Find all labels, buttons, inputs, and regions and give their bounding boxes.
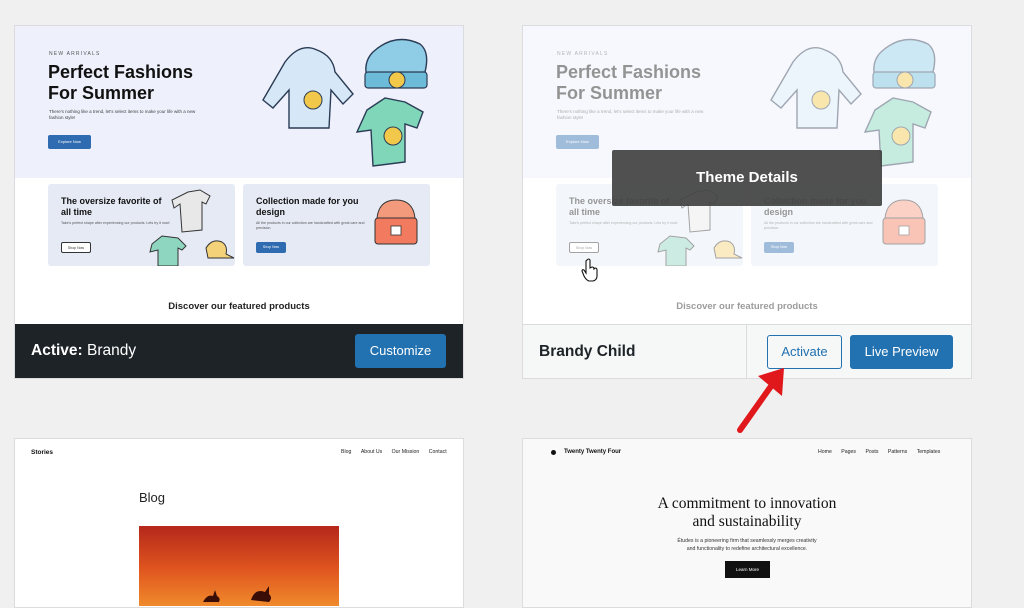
promo-desc: All the products in our collection are h… [256,221,365,230]
heading-line: and sustainability [692,513,802,530]
theme-footer-active: Active: Brandy Customize [15,324,463,378]
theme-card-twenty-twenty-four[interactable]: Twenty Twenty Four Home Pages Posts Patt… [522,438,972,608]
nav-item: Templates [916,449,941,455]
nav-item: Patterns [887,449,908,455]
theme-name: Brandy Child [539,343,636,360]
site-logo-icon [551,450,556,455]
theme-card-brandy[interactable]: NEW ARRIVALS Perfect Fashions For Summer… [14,25,464,379]
hero-subtitle: There's nothing like a trend, let's sele… [49,109,196,120]
theme-details-button[interactable]: Theme Details [612,150,882,206]
theme-screenshot-brandy-child[interactable]: NEW ARRIVALS Perfect Fashions For Summer… [523,26,971,324]
clothing-illustration [262,38,428,167]
body-line: Études is a pioneering firm that seamles… [677,538,817,544]
hero-section: NEW ARRIVALS Perfect Fashions For Summer… [15,26,463,178]
hero-body: Études is a pioneering firm that seamles… [523,538,971,553]
hand-cursor-icon [581,258,598,282]
live-preview-button[interactable]: Live Preview [850,335,953,369]
body-line: and functionality to redefine architectu… [686,545,808,552]
red-arrow-annotation [737,368,784,433]
eyebrow-text: NEW ARRIVALS [49,51,101,57]
theme-card-stories[interactable]: Stories Blog About Us Our Mission Contac… [14,438,464,608]
blog-heading: Blog [139,490,166,505]
hero-button: Explore Now [48,135,91,149]
theme-screenshot-brandy[interactable]: NEW ARRIVALS Perfect Fashions For Summer… [15,26,463,324]
active-theme-title: Brandy [87,342,137,359]
heading-line: A commitment to innovation [657,495,837,512]
site-nav: Blog About Us Our Mission Contact [333,449,447,455]
promo-button: Shop Now [61,242,91,253]
site-title: Twenty Twenty Four [564,449,622,455]
featured-image [139,526,339,606]
nav-item: Blog [341,449,352,455]
learn-more-button: Learn More [725,561,770,578]
nav-item: Our Mission [391,449,420,455]
promo-card-oversize: The oversize favorite of all time Take's… [48,184,235,266]
promo-button: Shop Now [256,242,286,253]
customize-button[interactable]: Customize [355,334,446,368]
hero-heading: Perfect Fashions For Summer [48,62,194,103]
nav-item: Home [818,449,832,455]
active-label: Active: [31,342,83,359]
tshirt-cap-illustration [149,189,235,266]
site-nav: Home Pages Posts Patterns Templates [810,449,940,455]
theme-screenshot-stories[interactable]: Stories Blog About Us Our Mission Contac… [15,439,463,607]
nav-item: Contact [428,449,447,455]
active-theme-name: Active: Brandy [31,342,136,360]
promo-card-collection: Collection made for you design All the p… [243,184,430,266]
discover-heading: Discover our featured products [168,301,310,312]
theme-card-brandy-child[interactable]: NEW ARRIVALS Perfect Fashions For Summer… [522,25,972,379]
nav-item: About Us [360,449,383,455]
promo-title: Collection made for you design [256,196,359,217]
hero-heading: A commitment to innovation and sustainab… [523,495,971,531]
nav-item: Pages [841,449,857,455]
theme-screenshot-tt4[interactable]: Twenty Twenty Four Home Pages Posts Patt… [523,439,971,607]
beanie-illustration [374,199,418,245]
site-title: Stories [31,449,54,456]
bird-silhouette-icon [203,586,271,602]
nav-item: Posts [865,449,879,455]
